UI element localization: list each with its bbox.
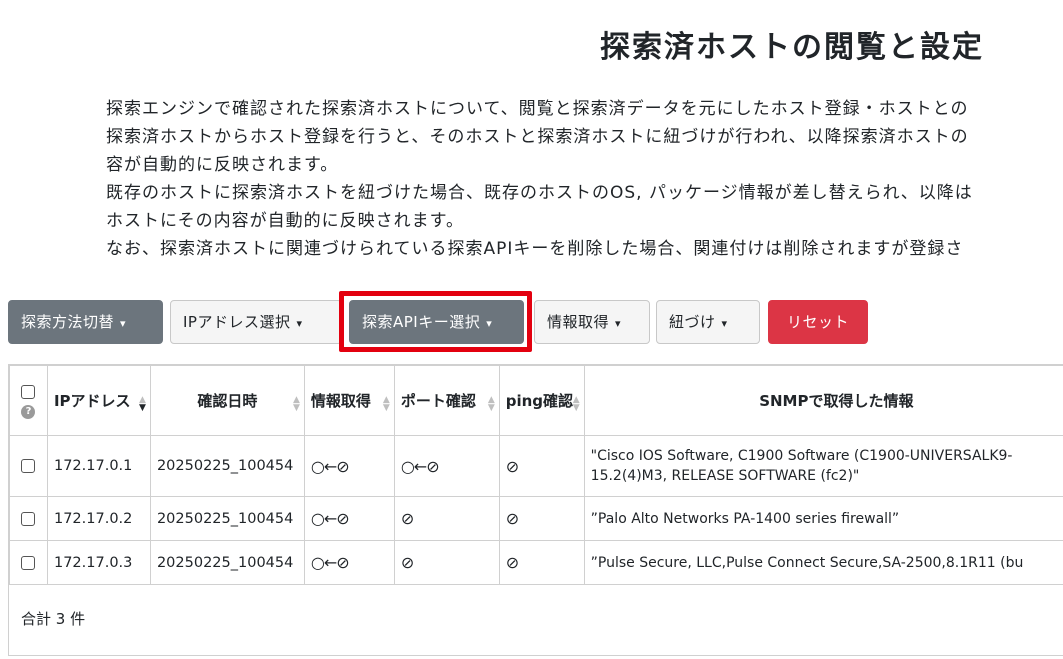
search-method-dropdown[interactable]: 探索方法切替 ▾ [8, 300, 163, 344]
datetime-cell: 20250225_100454 [149, 540, 305, 585]
select-all-checkbox[interactable] [21, 384, 36, 399]
reset-button[interactable]: リセット [768, 300, 868, 344]
table-row[interactable]: 172.17.0.2 20250225_100454 ○←⊘ ⊘ ⊘ ”Palo… [9, 496, 1063, 541]
description-line: 既存のホストに探索済ホストを紐づけた場合、既存のホストのOS, パッケージ情報が… [106, 183, 973, 203]
port-status-icon: ⊘ [393, 540, 500, 585]
row-checkbox[interactable] [21, 555, 36, 570]
table-row[interactable]: 172.17.0.3 20250225_100454 ○←⊘ ⊘ ⊘ ”Puls… [9, 540, 1063, 585]
row-select-cell [9, 496, 48, 541]
column-info[interactable]: 情報取得 ▲ ▼ [303, 365, 395, 436]
port-status-icon: ○←⊘ [393, 435, 500, 497]
row-checkbox[interactable] [21, 459, 36, 473]
info-status-icon: ○←⊘ [303, 540, 395, 585]
page-title: 探索済ホストの閲覧と設定 [600, 30, 984, 65]
ping-status-icon: ⊘ [498, 496, 585, 541]
datetime-cell: 20250225_100454 [149, 435, 305, 497]
hosts-table-container: ? IPアドレス ▲ ▼ 確認日時 ▲ ▼ 情報取得 ▲ ▼ ポート確認 ▲ ▼… [8, 364, 1063, 656]
info-status-icon: ○←⊘ [303, 496, 395, 541]
sort-icon: ▲ ▼ [382, 395, 390, 413]
description-line: 容が自動的に反映されます。 [106, 155, 339, 175]
link-dropdown[interactable]: 紐づけ ▾ [656, 300, 760, 344]
snmp-text: "Cisco IOS Software, C1900 Software (C19… [590, 448, 1013, 464]
link-label: 紐づけ [669, 313, 716, 331]
table-header-row: ? IPアドレス ▲ ▼ 確認日時 ▲ ▼ 情報取得 ▲ ▼ ポート確認 ▲ ▼… [9, 365, 1063, 436]
column-port-label: ポート確認 [400, 392, 476, 410]
sort-icon: ▲ ▼ [293, 395, 300, 413]
sort-icon: ▲ ▼ [139, 395, 146, 413]
select-all-header: ? [9, 365, 48, 436]
ip-select-label: IPアドレス選択 [183, 313, 291, 331]
column-snmp-label: SNMPで取得した情報 [759, 392, 914, 410]
ip-cell: 172.17.0.3 [46, 540, 151, 585]
info-status-icon: ○←⊘ [303, 435, 395, 497]
snmp-cell: ”Pulse Secure, LLC,Pulse Connect Secure,… [583, 540, 1063, 585]
page-description: 探索エンジンで確認された探索済ホストについて、閲覧と探索済データを元にしたホスト… [106, 95, 1063, 263]
column-ip[interactable]: IPアドレス ▲ ▼ [46, 365, 151, 436]
page: 探索済ホストの閲覧と設定 探索エンジンで確認された探索済ホストについて、閲覧と探… [0, 0, 1063, 659]
ip-select-dropdown[interactable]: IPアドレス選択 ▾ [170, 300, 342, 344]
column-datetime-label: 確認日時 [197, 392, 258, 410]
total-count: 合計 3 件 [21, 610, 86, 628]
description-line: 探索エンジンで確認された探索済ホストについて、閲覧と探索済データを元にしたホスト… [106, 99, 969, 119]
column-datetime[interactable]: 確認日時 ▲ ▼ [149, 365, 305, 436]
column-snmp[interactable]: SNMPで取得した情報 [583, 365, 1063, 436]
info-get-dropdown[interactable]: 情報取得 ▾ [534, 300, 650, 344]
column-ping-label: ping確認 [505, 392, 574, 410]
column-port[interactable]: ポート確認 ▲ ▼ [393, 365, 500, 436]
search-method-label: 探索方法切替 [21, 313, 115, 331]
ip-cell: 172.17.0.2 [46, 496, 151, 541]
chevron-down-icon: ▾ [615, 317, 622, 330]
description-line: ホストにその内容が自動的に反映されます。 [106, 211, 464, 231]
hosts-table: ? IPアドレス ▲ ▼ 確認日時 ▲ ▼ 情報取得 ▲ ▼ ポート確認 ▲ ▼… [9, 365, 1063, 585]
row-checkbox[interactable] [21, 511, 36, 526]
column-ip-label: IPアドレス [53, 392, 131, 410]
datetime-cell: 20250225_100454 [149, 496, 305, 541]
chevron-down-icon: ▾ [296, 317, 303, 330]
snmp-cell: "Cisco IOS Software, C1900 Software (C19… [583, 435, 1063, 497]
column-ping[interactable]: ping確認 ▲ ▼ [498, 365, 585, 436]
row-select-cell [9, 435, 48, 497]
ip-cell: 172.17.0.1 [46, 435, 151, 497]
chevron-down-icon: ▾ [721, 317, 728, 330]
column-info-label: 情報取得 [310, 392, 371, 410]
snmp-text: 15.2(4)M3, RELEASE SOFTWARE (fc2)" [590, 468, 860, 484]
chevron-down-icon: ▾ [120, 317, 127, 330]
ping-status-icon: ⊘ [498, 540, 585, 585]
highlight-box [339, 291, 532, 352]
table-row[interactable]: 172.17.0.1 20250225_100454 ○←⊘ ○←⊘ ⊘ "Ci… [9, 435, 1063, 497]
info-get-label: 情報取得 [547, 313, 610, 331]
row-select-cell [9, 540, 48, 585]
description-line: なお、探索済ホストに関連づけられている探索APIキーを削除した場合、関連付けは削… [106, 239, 964, 259]
sort-icon: ▲ ▼ [487, 395, 495, 413]
ping-status-icon: ⊘ [498, 435, 585, 497]
sort-icon: ▲ ▼ [572, 395, 580, 413]
snmp-cell: ”Palo Alto Networks PA-1400 series firew… [583, 496, 1063, 541]
help-icon[interactable]: ? [21, 405, 36, 419]
port-status-icon: ⊘ [393, 496, 500, 541]
description-line: 探索済ホストからホスト登録を行うと、そのホストと探索済ホストに紐づけが行われ、以… [106, 127, 969, 147]
